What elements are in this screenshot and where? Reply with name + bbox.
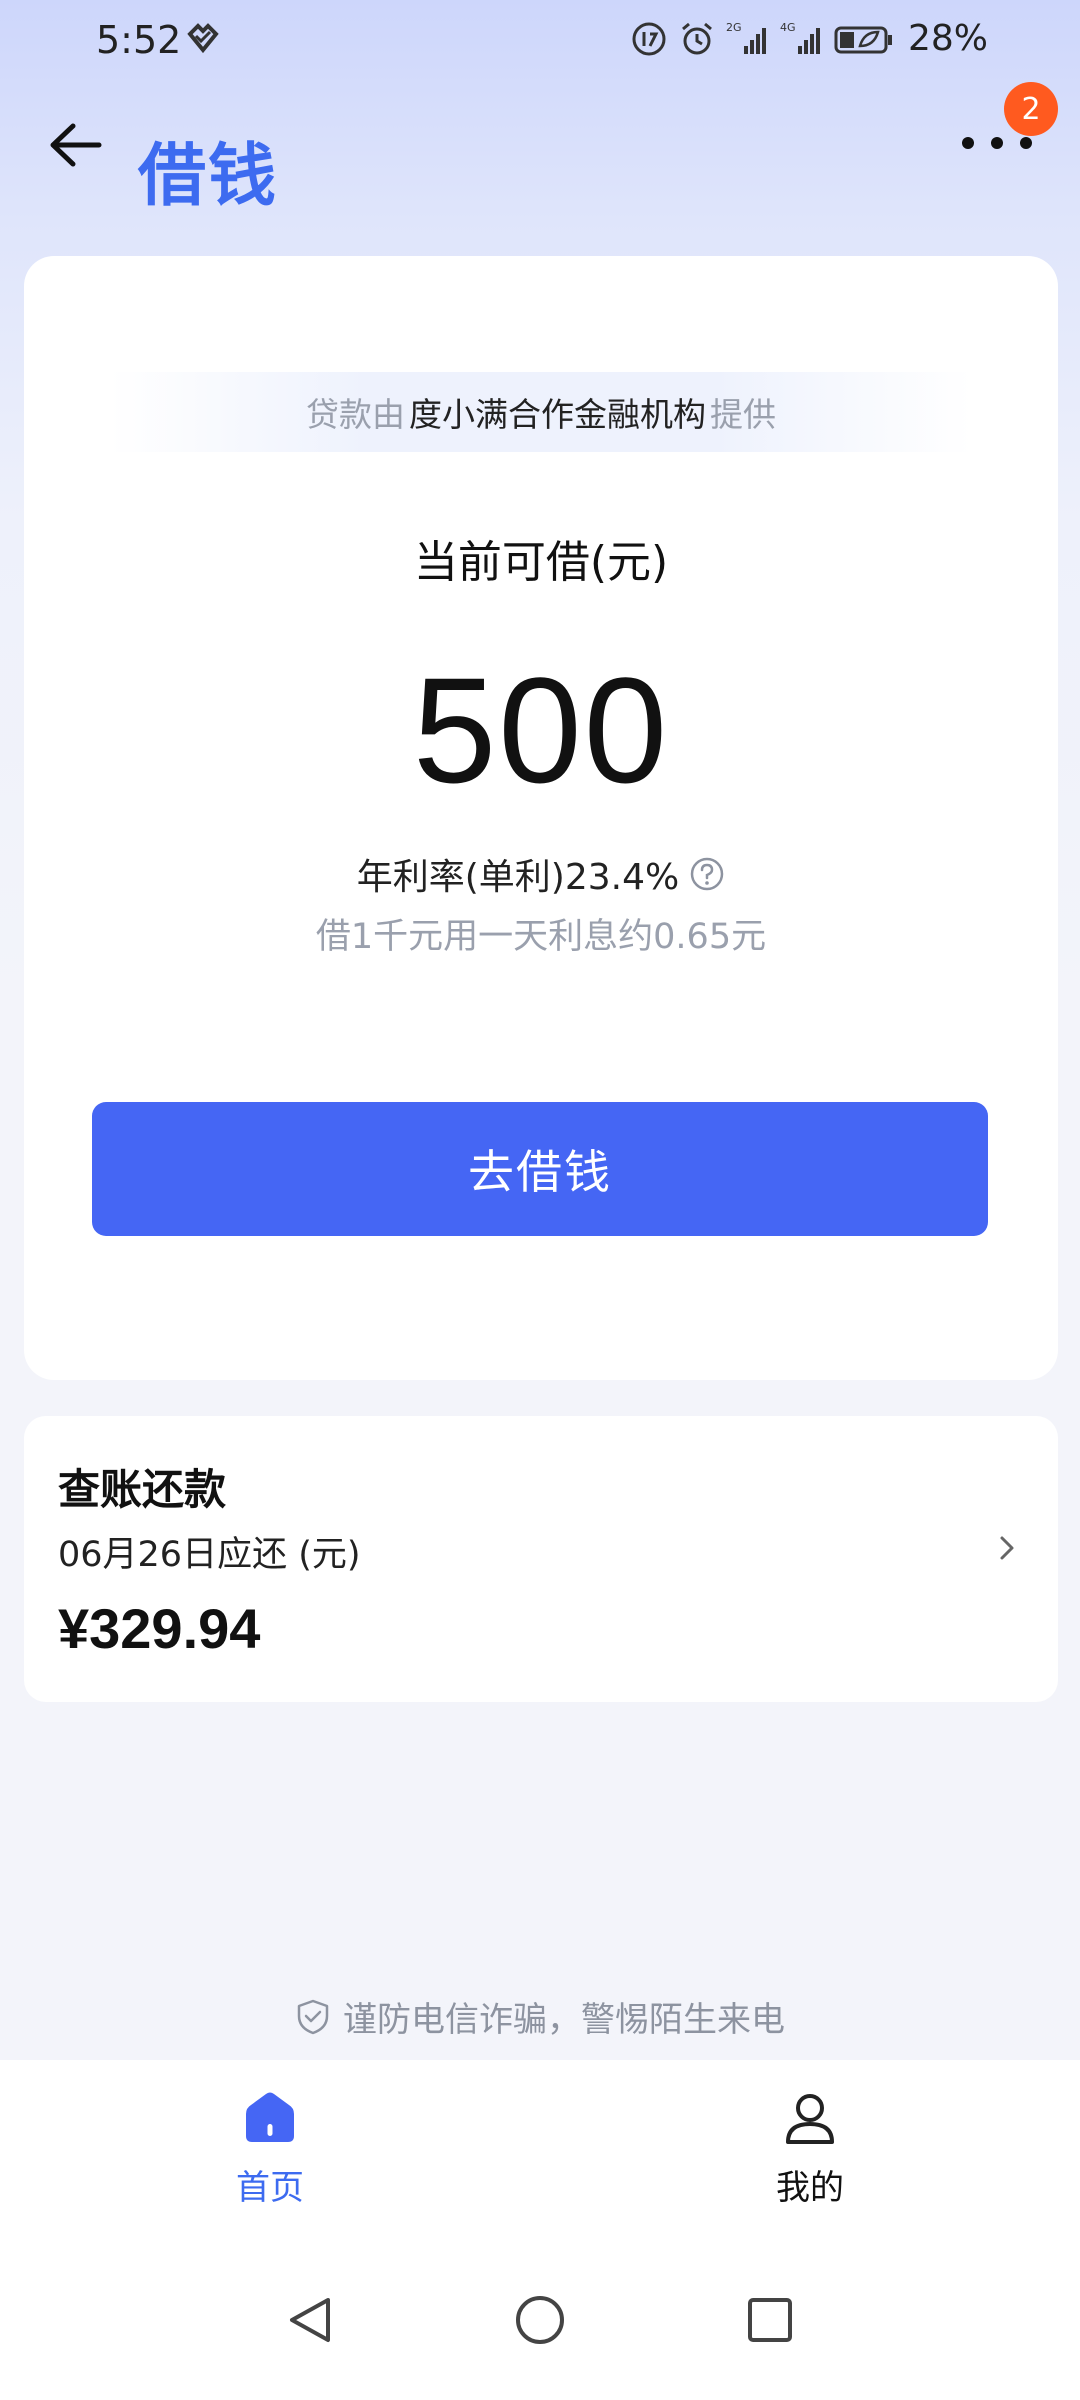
repay-card[interactable]: 查账还款 06月26日应还 (元) ¥329.94 <box>24 1416 1058 1702</box>
system-recents-button[interactable] <box>730 2280 810 2360</box>
status-time: 5:52 <box>96 18 182 62</box>
battery-level: 28% <box>907 18 988 59</box>
arrow-left-icon <box>50 123 102 167</box>
tab-home[interactable]: 首页 <box>170 2078 370 2228</box>
more-dot-icon <box>991 137 1003 149</box>
interest-note: 借1千元用一天利息约0.65元 <box>315 917 767 957</box>
borrow-button[interactable]: 去借钱 <box>92 1102 988 1236</box>
page-title: 借钱 <box>138 137 279 216</box>
battery-icon <box>834 26 892 53</box>
more-dot-icon <box>962 137 974 149</box>
tab-mine[interactable]: 我的 <box>710 2078 910 2228</box>
provider-suffix: 提供 <box>710 395 776 434</box>
system-nav-bar <box>0 2240 1080 2400</box>
bottom-tab-bar: 首页 我的 <box>0 2060 1080 2240</box>
shield-check-icon <box>297 1999 329 2034</box>
network-1-label: 2G <box>726 21 742 34</box>
notification-badge: 2 <box>1004 82 1058 136</box>
provider-prefix: 贷款由 <box>306 395 405 434</box>
alarm-icon <box>682 22 712 54</box>
annual-rate-row: 年利率(单利)23.4% <box>24 848 1058 900</box>
tab-home-label: 首页 <box>236 2168 304 2208</box>
available-label: 当前可借(元) <box>413 537 669 588</box>
more-dot-icon <box>1020 137 1032 149</box>
back-button[interactable] <box>40 110 110 180</box>
help-icon[interactable] <box>689 856 725 892</box>
heart-check-icon <box>187 23 219 54</box>
repay-title: 查账还款 <box>58 1465 227 1514</box>
system-back-button[interactable] <box>270 2280 350 2360</box>
provider-name: 度小满合作金融机构 <box>409 395 706 434</box>
available-amount: 500 <box>412 646 670 814</box>
due-amount: ¥329.94 <box>58 1597 261 1660</box>
loan-provider-banner: 贷款由 度小满合作金融机构 提供 <box>110 372 972 452</box>
fraud-notice-text: 谨防电信诈骗，警惕陌生来电 <box>343 2000 785 2040</box>
due-date-label: 06月26日应还 (元) <box>58 1535 361 1575</box>
network-2-label: 4G <box>780 21 796 34</box>
system-home-button[interactable] <box>500 2280 580 2360</box>
circle-home-icon <box>516 2296 564 2344</box>
status-bar: 5:52 2G 4G 28% <box>0 0 1080 80</box>
tab-mine-label: 我的 <box>776 2168 844 2208</box>
user-icon <box>786 2094 834 2144</box>
triangle-back-icon <box>290 2298 330 2342</box>
signal-2g-icon: 2G <box>726 21 766 54</box>
fraud-notice: 谨防电信诈骗，警惕陌生来电 <box>0 1992 1080 2041</box>
signal-4g-icon: 4G <box>780 21 820 54</box>
loan-card: 贷款由 度小满合作金融机构 提供 当前可借(元) 500 年利率(单利)23.4… <box>24 256 1058 1380</box>
chevron-right-icon <box>1000 1536 1014 1560</box>
data-saver-icon <box>632 22 666 55</box>
annual-rate: 年利率(单利)23.4% <box>356 857 680 898</box>
home-icon <box>246 2092 294 2142</box>
square-recents-icon <box>748 2298 792 2342</box>
